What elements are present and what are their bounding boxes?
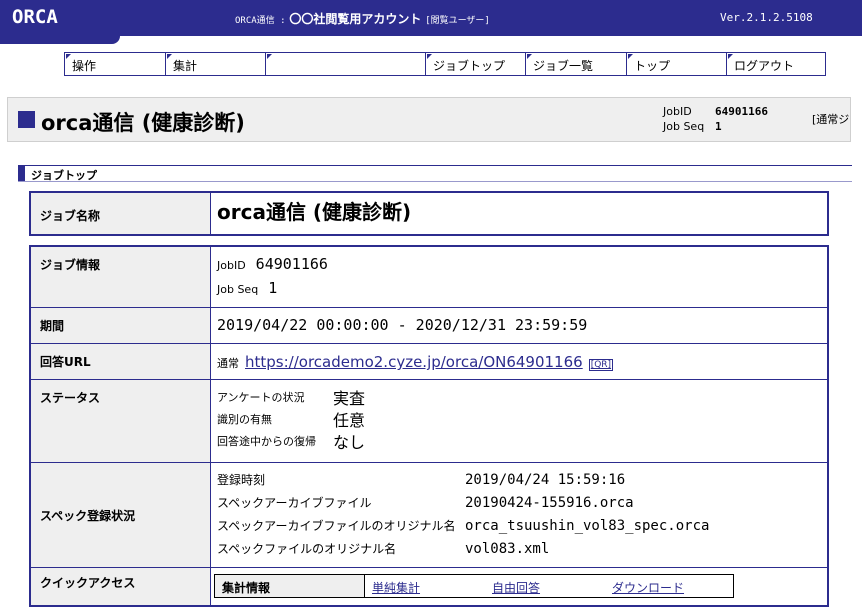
status-val: なし	[333, 433, 366, 452]
job-info-jobid-label: JobID	[217, 259, 246, 272]
job-meta: JobID 64901166 Job Seq 1	[663, 104, 768, 134]
spec-item: スペックアーカイブファイル 20190424-155916.orca	[217, 491, 827, 514]
spec-item: 登録時刻 2019/04/24 15:59:16	[217, 468, 827, 491]
status-item: アンケートの状況 実査	[217, 386, 827, 408]
quick-access-value: 集計情報 単純集計 自由回答 ダウンロード	[211, 568, 827, 605]
spec-val: orca_tsuushin_vol83_spec.orca	[465, 517, 710, 534]
status-value: アンケートの状況 実査 識別の有無 任意 回答途中からの復帰 なし	[211, 380, 827, 462]
spec-key: スペックアーカイブファイルのオリジナル名	[217, 519, 456, 533]
account-info: ORCA通信 : 〇〇社閲覧用アカウント [閲覧ユーザー]	[235, 10, 490, 27]
main-nav: 操作 集計 ジョブトップ ジョブ一覧 トップ ログアウト	[64, 52, 826, 76]
table-row: 期間 2019/04/22 00:00:00 - 2020/12/31 23:5…	[31, 308, 827, 344]
table-row: ジョブ名称 orca通信 (健康診断)	[31, 193, 827, 234]
job-info-jobseq: 1	[268, 279, 278, 297]
account-name: 〇〇社閲覧用アカウント	[289, 12, 422, 26]
nav-item-top[interactable]: トップ	[627, 53, 727, 75]
section-bar-icon	[18, 166, 25, 181]
status-label: ステータス	[31, 380, 211, 462]
spec-item: スペックアーカイブファイルのオリジナル名 orca_tsuushin_vol83_…	[217, 514, 827, 537]
quick-access-label: クイックアクセス	[31, 568, 211, 605]
table-row: ジョブ情報 JobID 64901166 Job Seq 1	[31, 247, 827, 308]
job-info-label: ジョブ情報	[31, 247, 211, 307]
section-label: ジョブトップ	[31, 169, 97, 182]
account-prefix: ORCA通信 :	[235, 16, 286, 26]
qr-link[interactable]: [QR]	[588, 359, 614, 371]
section-header: ジョブトップ	[18, 165, 852, 182]
spec-val: 20190424-155916.orca	[465, 494, 634, 511]
period-value: 2019/04/22 00:00:00 - 2020/12/31 23:59:5…	[217, 316, 588, 334]
title-square-icon	[18, 111, 35, 128]
spec-key: スペックファイルのオリジナル名	[217, 542, 397, 556]
spec-value: 登録時刻 2019/04/24 15:59:16 スペックアーカイブファイル 201…	[211, 463, 827, 567]
status-val: 実査	[333, 389, 366, 408]
nav-item-aggregate[interactable]: 集計	[166, 53, 266, 75]
spec-val: vol083.xml	[465, 540, 550, 557]
table-row: ステータス アンケートの状況 実査 識別の有無 任意 回答途中からの復帰 なし	[31, 380, 827, 463]
job-name-value: orca通信 (健康診断)	[217, 200, 412, 224]
page-title-bar: orca通信 (健康診断) JobID 64901166 Job Seq 1 [通常…	[7, 97, 851, 142]
quick-link-simple-tally[interactable]: 単純集計	[365, 575, 485, 597]
nav-item-job-top[interactable]: ジョブトップ	[426, 53, 526, 75]
url-prefix: 通常	[217, 357, 239, 370]
job-name-label: ジョブ名称	[31, 193, 211, 234]
spec-key: スペックアーカイブファイル	[217, 496, 372, 510]
status-key: アンケートの状況	[217, 391, 305, 404]
status-key: 識別の有無	[217, 413, 272, 426]
page-title: orca通信 (健康診断)	[41, 111, 245, 135]
quick-link-free-answer[interactable]: 自由回答	[485, 575, 605, 597]
status-item: 識別の有無 任意	[217, 408, 827, 430]
spec-item: スペックファイルのオリジナル名 vol083.xml	[217, 537, 827, 560]
top-header: ORCA ORCA通信 : 〇〇社閲覧用アカウント [閲覧ユーザー] Ver.2…	[0, 0, 862, 36]
job-info-jobid: 64901166	[255, 255, 328, 273]
spec-val: 2019/04/24 15:59:16	[465, 471, 626, 488]
jobid-value: 64901166	[715, 105, 768, 118]
table-row: 回答URL 通常 https://orcademo2.cyze.jp/orca/O…	[31, 344, 827, 380]
quick-group-label: 集計情報	[215, 575, 365, 597]
status-key: 回答途中からの復帰	[217, 435, 316, 448]
version-label: Ver.2.1.2.5108	[720, 11, 813, 24]
url-label: 回答URL	[31, 344, 211, 379]
status-item: 回答途中からの復帰 なし	[217, 430, 827, 452]
nav-item-operation[interactable]: 操作	[65, 53, 166, 75]
account-role: [閲覧ユーザー]	[425, 16, 490, 26]
job-info-jobseq-label: Job Seq	[217, 283, 259, 296]
app-logo: ORCA	[12, 6, 58, 28]
spec-label: スペック登録状況	[31, 463, 211, 567]
job-details-table: ジョブ情報 JobID 64901166 Job Seq 1 期間 2019/04/…	[29, 245, 829, 607]
job-info-value: JobID 64901166 Job Seq 1	[211, 247, 827, 307]
table-row: スペック登録状況 登録時刻 2019/04/24 15:59:16 スペックアーカ…	[31, 463, 827, 568]
nav-item-job-list[interactable]: ジョブ一覧	[526, 53, 627, 75]
quick-link-download[interactable]: ダウンロード	[605, 575, 725, 597]
answer-url-link[interactable]: https://orcademo2.cyze.jp/orca/ON6490116…	[245, 353, 583, 371]
jobseq-value: 1	[715, 120, 722, 133]
table-row: クイックアクセス 集計情報 単純集計 自由回答 ダウンロード	[31, 568, 827, 605]
url-value: 通常 https://orcademo2.cyze.jp/orca/ON64901…	[211, 344, 827, 379]
jobid-label: JobID	[663, 105, 692, 118]
nav-item-blank	[266, 53, 426, 75]
job-name-table: ジョブ名称 orca通信 (健康診断)	[29, 191, 829, 236]
quick-access-box: 集計情報 単純集計 自由回答 ダウンロード	[214, 574, 734, 598]
job-mode: [通常ジョブ	[812, 113, 850, 126]
status-val: 任意	[333, 411, 366, 430]
header-decoration	[0, 36, 120, 44]
jobseq-label: Job Seq	[663, 120, 705, 133]
period-label: 期間	[31, 308, 211, 343]
nav-item-logout[interactable]: ログアウト	[727, 53, 825, 75]
spec-key: 登録時刻	[217, 473, 266, 487]
